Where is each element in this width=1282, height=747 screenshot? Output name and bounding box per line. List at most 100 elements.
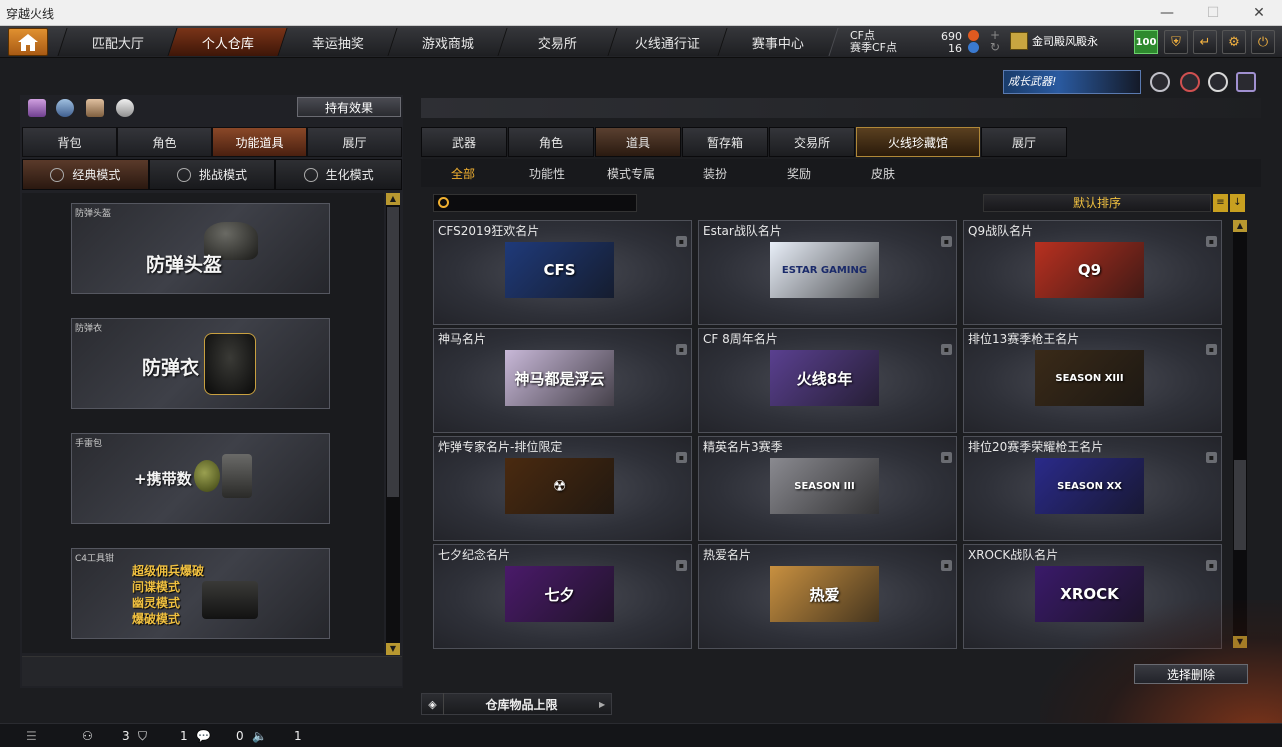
subtab-rewards[interactable]: 奖励	[757, 159, 841, 187]
nav-tab-match-lobby[interactable]: 匹配大厅	[57, 28, 179, 56]
tab-roles[interactable]: 角色	[508, 127, 594, 157]
tab-classic-mode[interactable]: 经典模式	[22, 159, 149, 190]
name-card[interactable]: 排位20赛季荣耀枪王名片 ▪ SEASON XX	[963, 436, 1222, 541]
tab-exchange[interactable]: 交易所	[769, 127, 855, 157]
tab-exhibit[interactable]: 展厅	[981, 127, 1067, 157]
lock-icon[interactable]: ▪	[941, 236, 952, 247]
sort-dropdown[interactable]: 默认排序	[983, 194, 1211, 212]
lock-icon[interactable]: ▪	[676, 344, 687, 355]
tab-biochem-mode[interactable]: 生化模式	[275, 159, 403, 190]
lock-icon[interactable]: ▪	[1206, 452, 1217, 463]
name-card[interactable]: 炸弹专家名片-排位限定 ▪ ☢	[433, 436, 692, 541]
subtab-all[interactable]: 全部	[421, 159, 505, 187]
classic-mode-icon	[50, 167, 65, 182]
lock-icon[interactable]: ▪	[1206, 344, 1217, 355]
name-card[interactable]: CFS2019狂欢名片 ▪ CFS	[433, 220, 692, 325]
name-card[interactable]: XROCK战队名片 ▪ XROCK	[963, 544, 1222, 649]
left-scrollbar[interactable]: ▲ ▼	[386, 193, 400, 655]
nav-tab-battle-pass[interactable]: 火线通行证	[607, 28, 729, 56]
tab-challenge-mode[interactable]: 挑战模式	[148, 159, 276, 190]
right-scroll-thumb[interactable]	[1234, 460, 1246, 550]
lock-icon[interactable]: ▪	[676, 452, 687, 463]
chat-icon[interactable]: 💬	[196, 729, 211, 743]
close-button[interactable]: ✕	[1236, 0, 1282, 26]
wings-icon[interactable]	[1236, 72, 1256, 92]
shield-icon[interactable]: ⛨	[1164, 30, 1188, 54]
right-scrollbar[interactable]: ▲ ▼	[1233, 220, 1247, 648]
shield-status-icon[interactable]: ⛉	[138, 729, 147, 744]
stats-icon[interactable]	[28, 99, 46, 117]
lock-icon[interactable]: ▪	[941, 560, 952, 571]
name-card[interactable]: CF 8周年名片 ▪ 火线8年	[698, 328, 957, 433]
card-art: SEASON XIII	[1035, 350, 1144, 406]
subtab-dress-up[interactable]: 装扮	[673, 159, 757, 187]
tab-backpack[interactable]: 背包	[22, 127, 117, 157]
lock-icon[interactable]: ▪	[676, 236, 687, 247]
tab-storage-box[interactable]: 暂存箱	[682, 127, 768, 157]
tab-showroom[interactable]: 展厅	[307, 127, 402, 157]
capacity-bar[interactable]: ◈ 仓库物品上限 ▶	[421, 693, 612, 715]
power-icon[interactable]: ⏻	[1251, 30, 1275, 54]
tab-props[interactable]: 道具	[595, 127, 681, 157]
name-card[interactable]: 神马名片 ▪ 神马都是浮云	[433, 328, 692, 433]
lock-icon[interactable]: ▪	[676, 560, 687, 571]
return-icon[interactable]: ↵	[1193, 30, 1217, 54]
voice-count: 1	[294, 729, 302, 743]
minimize-button[interactable]: —	[1144, 0, 1190, 26]
vest-icon	[204, 333, 256, 395]
lock-icon[interactable]: ▪	[941, 344, 952, 355]
speaker-icon[interactable]: 🔈	[252, 729, 267, 743]
scroll-down-icon[interactable]: ▼	[386, 643, 400, 655]
refresh-icon[interactable]: ↻	[990, 40, 1000, 54]
card-art: 火线8年	[770, 350, 879, 406]
nav-tab-exchange[interactable]: 交易所	[497, 28, 619, 56]
nav-tab-personal-warehouse[interactable]: 个人仓库	[167, 28, 289, 56]
nav-tab-lucky-draw[interactable]: 幸运抽奖	[277, 28, 399, 56]
menu-icon[interactable]: ☰	[26, 729, 37, 743]
growth-weapon-banner[interactable]: 成长武器!	[1003, 70, 1141, 94]
rank-block[interactable]: 金司殿风殿永	[1010, 30, 1098, 52]
sparkle-icon[interactable]	[1208, 72, 1228, 92]
lock-icon[interactable]: ▪	[941, 452, 952, 463]
subtab-mode-exclusive[interactable]: 模式专属	[589, 159, 673, 187]
left-scroll-thumb[interactable]	[387, 207, 399, 497]
list-view-icon[interactable]: ≡	[1213, 194, 1228, 212]
equip-card-c4-pliers[interactable]: C4工具钳 超级佣兵爆破 间谍模式 幽灵模式 爆破模式	[71, 548, 330, 639]
name-card[interactable]: 七夕纪念名片 ▪ 七夕	[433, 544, 692, 649]
cycle-icon[interactable]	[56, 99, 74, 117]
search-input[interactable]	[433, 194, 637, 212]
target-icon[interactable]	[1180, 72, 1200, 92]
tab-character[interactable]: 角色	[117, 127, 212, 157]
friends-icon[interactable]: ⚇	[82, 729, 93, 743]
name-card[interactable]: Estar战队名片 ▪ ESTAR GAMING	[698, 220, 957, 325]
subtab-skins[interactable]: 皮肤	[841, 159, 925, 187]
equip-card-helmet[interactable]: 防弹头盔 防弹头盔	[71, 203, 330, 294]
badge-icon[interactable]	[1150, 72, 1170, 92]
maximize-button[interactable]: ☐	[1190, 0, 1236, 26]
home-button[interactable]	[8, 28, 48, 56]
scroll-up-icon[interactable]: ▲	[1233, 220, 1247, 232]
sort-direction-icon[interactable]: ↓	[1230, 194, 1245, 212]
name-card[interactable]: 精英名片3赛季 ▪ SEASON III	[698, 436, 957, 541]
name-card[interactable]: 热爱名片 ▪ 热爱	[698, 544, 957, 649]
select-delete-button[interactable]: 选择删除	[1134, 664, 1248, 684]
equip-card-grenade-pack[interactable]: 手雷包 +携带数	[71, 433, 330, 524]
lock-icon[interactable]: ▪	[1206, 560, 1217, 571]
nav-tab-game-store[interactable]: 游戏商城	[387, 28, 509, 56]
person-icon[interactable]	[86, 99, 104, 117]
tab-functional-items[interactable]: 功能道具	[212, 127, 307, 157]
scroll-down-icon[interactable]: ▼	[1233, 636, 1247, 648]
name-card[interactable]: Q9战队名片 ▪ Q9	[963, 220, 1222, 325]
rank-name: 金司殿风殿永	[1032, 35, 1098, 48]
nav-tab-event-center[interactable]: 赛事中心	[717, 28, 839, 56]
subtab-functional[interactable]: 功能性	[505, 159, 589, 187]
equip-card-vest[interactable]: 防弹衣 防弹衣	[71, 318, 330, 409]
tab-collection-hall[interactable]: 火线珍藏馆	[856, 127, 980, 157]
hold-effect-button[interactable]: 持有效果	[297, 97, 401, 117]
scroll-up-icon[interactable]: ▲	[386, 193, 400, 205]
lock-icon[interactable]: ▪	[1206, 236, 1217, 247]
tab-weapons[interactable]: 武器	[421, 127, 507, 157]
gear-icon[interactable]: ⚙	[1222, 30, 1246, 54]
name-card[interactable]: 排位13赛季枪王名片 ▪ SEASON XIII	[963, 328, 1222, 433]
bag-icon[interactable]	[116, 99, 134, 117]
